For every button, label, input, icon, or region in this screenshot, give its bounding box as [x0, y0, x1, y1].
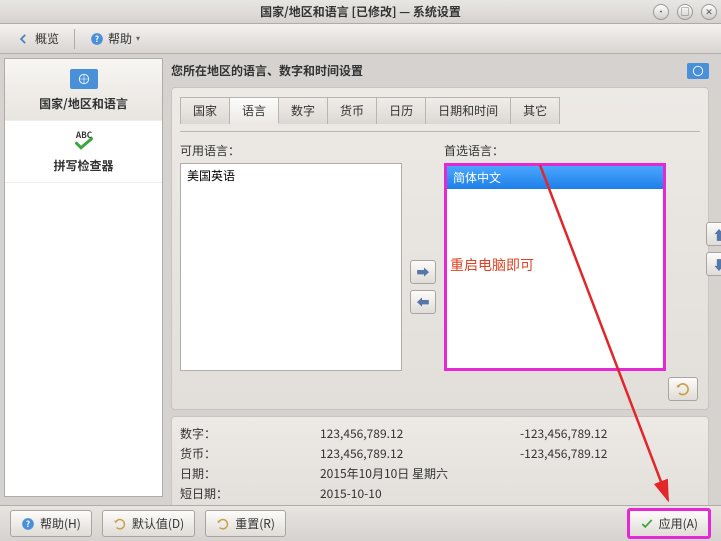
- move-up-button[interactable]: ⬆: [706, 222, 721, 246]
- spellcheck-icon: ABC: [68, 129, 100, 153]
- tab-label: 国家: [193, 102, 217, 119]
- help-icon: ?: [21, 517, 35, 531]
- reset-languages-button[interactable]: [668, 377, 698, 401]
- summary-row: 货币： 123,456,789.12 -123,456,789.12: [180, 445, 700, 462]
- overview-label: 概览: [35, 30, 59, 47]
- summary-row: 日期： 2015年10月10日 星期六: [180, 465, 700, 482]
- arrow-down-icon: ⬇: [712, 255, 721, 274]
- available-listbox[interactable]: 美国英语: [180, 163, 402, 371]
- tab-other[interactable]: 其它: [511, 97, 560, 124]
- flag-icon: [687, 63, 709, 79]
- arrow-up-icon: ⬆: [712, 225, 721, 244]
- tab-label: 其它: [523, 102, 547, 119]
- defaults-button[interactable]: 默认值(D): [102, 510, 195, 537]
- summary-value: 2015-10-10: [320, 485, 520, 502]
- sidebar-item-label: 拼写检查器: [9, 157, 158, 174]
- add-language-button[interactable]: ➡: [410, 260, 436, 284]
- summary-value: -123,456,789.12: [520, 425, 700, 442]
- tab-calendar[interactable]: 日历: [377, 97, 426, 124]
- tab-currency[interactable]: 货币: [328, 97, 377, 124]
- summary-row: 数字： 123,456,789.12 -123,456,789.12: [180, 425, 700, 442]
- tab-label: 语言: [242, 102, 266, 119]
- summary-value: 123,456,789.12: [320, 425, 520, 442]
- back-arrow-icon: [17, 32, 31, 46]
- footer: ? 帮助(H) 默认值(D) 重置(R) 应用(A): [0, 505, 721, 541]
- arrow-left-icon: ⬅: [416, 292, 429, 311]
- sidebar-item-label: 国家/地区和语言: [9, 95, 158, 112]
- tab-language[interactable]: 语言: [230, 97, 279, 124]
- check-icon: [640, 517, 654, 531]
- tab-label: 数字: [291, 102, 315, 119]
- titlebar: 国家/地区和语言 [已修改] — 系统设置 • □ ✕: [0, 0, 721, 24]
- tab-label: 日期和时间: [438, 102, 498, 119]
- tab-label: 货币: [340, 102, 364, 119]
- remove-language-button[interactable]: ⬅: [410, 290, 436, 314]
- language-area: 可用语言： 美国英语 ➡ ⬅ 首选语言： 简体中文: [180, 131, 700, 371]
- reorder-buttons: ⬆ ⬇: [706, 222, 721, 276]
- summary-panel: 数字： 123,456,789.12 -123,456,789.12 货币： 1…: [171, 416, 709, 514]
- svg-text:?: ?: [95, 33, 99, 44]
- preferred-listbox[interactable]: 简体中文: [444, 163, 666, 371]
- flag-icon: [68, 67, 100, 91]
- list-item[interactable]: 简体中文: [447, 166, 663, 189]
- move-down-button[interactable]: ⬇: [706, 252, 721, 276]
- tab-bar: 国家 语言 数字 货币 日历 日期和时间 其它: [180, 96, 700, 123]
- sidebar-item-locale[interactable]: 国家/地区和语言: [5, 59, 162, 121]
- arrow-right-icon: ➡: [416, 262, 429, 281]
- preferred-column: 首选语言： 简体中文 ⬆ ⬇: [444, 142, 700, 371]
- tab-datetime[interactable]: 日期和时间: [426, 97, 511, 124]
- sidebar: 国家/地区和语言 ABC 拼写检查器: [4, 58, 163, 497]
- summary-key: 日期：: [180, 465, 320, 482]
- button-label: 默认值(D): [132, 515, 184, 532]
- summary-value: 123,456,789.12: [320, 445, 520, 462]
- sidebar-item-spellcheck[interactable]: ABC 拼写检查器: [5, 121, 162, 183]
- transfer-buttons: ➡ ⬅: [410, 260, 436, 314]
- window-controls: • □ ✕: [653, 4, 717, 20]
- summary-key: 短日期：: [180, 485, 320, 502]
- close-button[interactable]: ✕: [701, 4, 717, 20]
- main-area: 国家/地区和语言 ABC 拼写检查器 您所在地区的语言、数字和时间设置 国家 语…: [0, 54, 721, 501]
- overview-button[interactable]: 概览: [8, 26, 68, 51]
- summary-key: 货币：: [180, 445, 320, 462]
- button-label: 重置(R): [235, 515, 275, 532]
- preferred-label: 首选语言：: [444, 142, 666, 159]
- tab-label: 日历: [389, 102, 413, 119]
- chevron-down-icon: ▾: [136, 33, 140, 44]
- settings-panel: 国家 语言 数字 货币 日历 日期和时间 其它 可用语言： 美国英语 ➡: [171, 87, 709, 410]
- apply-button[interactable]: 应用(A): [627, 508, 711, 539]
- tab-country[interactable]: 国家: [180, 97, 230, 124]
- list-item[interactable]: 美国英语: [181, 164, 401, 187]
- content-area: 您所在地区的语言、数字和时间设置 国家 语言 数字 货币 日历 日期和时间 其它…: [167, 54, 721, 501]
- button-label: 帮助(H): [40, 515, 81, 532]
- svg-text:?: ?: [26, 518, 30, 529]
- minimize-button[interactable]: •: [653, 4, 669, 20]
- undo-icon: [113, 517, 127, 531]
- summary-value: [520, 465, 700, 482]
- summary-value: -123,456,789.12: [520, 445, 700, 462]
- maximize-button[interactable]: □: [677, 4, 693, 20]
- reset-button[interactable]: 重置(R): [205, 510, 286, 537]
- summary-row: 短日期： 2015-10-10: [180, 485, 700, 502]
- available-column: 可用语言： 美国英语: [180, 142, 402, 371]
- summary-value: 2015年10月10日 星期六: [320, 465, 520, 482]
- tab-numbers[interactable]: 数字: [279, 97, 328, 124]
- section-title: 您所在地区的语言、数字和时间设置: [171, 62, 363, 79]
- undo-icon: [675, 381, 691, 397]
- toolbar: 概览 ? 帮助 ▾: [0, 24, 721, 54]
- window-title: 国家/地区和语言 [已修改] — 系统设置: [0, 3, 721, 20]
- help-button[interactable]: ? 帮助 ▾: [81, 26, 149, 51]
- undo-icon: [216, 517, 230, 531]
- summary-key: 数字：: [180, 425, 320, 442]
- summary-value: [520, 485, 700, 502]
- available-label: 可用语言：: [180, 142, 402, 159]
- help-icon: ?: [90, 32, 104, 46]
- help-button[interactable]: ? 帮助(H): [10, 510, 92, 537]
- button-label: 应用(A): [659, 515, 698, 532]
- reset-row: [180, 377, 700, 401]
- section-title-row: 您所在地区的语言、数字和时间设置: [171, 62, 709, 79]
- help-label: 帮助: [108, 30, 132, 47]
- toolbar-separator: [74, 29, 75, 49]
